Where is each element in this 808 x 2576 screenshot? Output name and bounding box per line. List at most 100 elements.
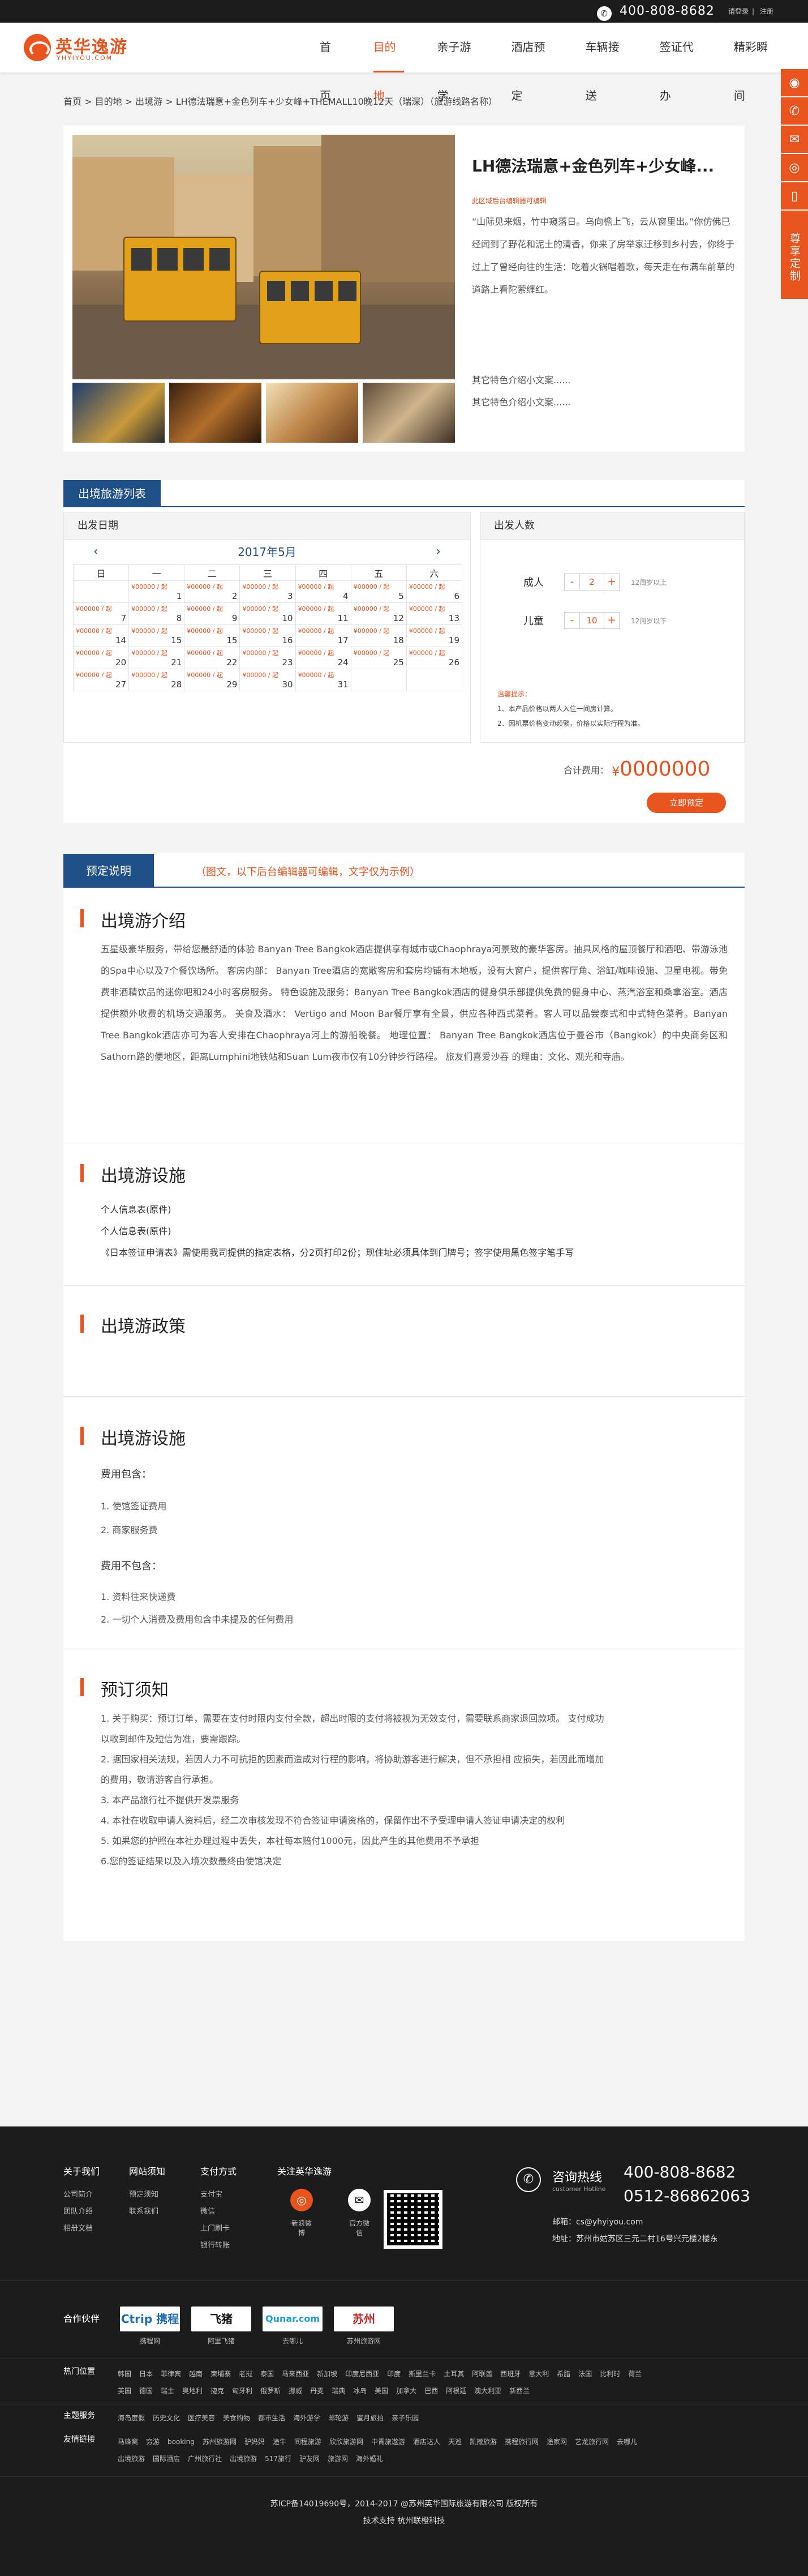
footer-link[interactable]: 瑞典 [332, 2387, 345, 2395]
footer-link[interactable]: 穷游 [146, 2438, 160, 2446]
footer-link[interactable]: 联系我们 [129, 2203, 165, 2220]
footer-link[interactable]: 相册文档 [63, 2220, 100, 2237]
footer-link[interactable]: 比利时 [600, 2370, 620, 2378]
footer-link[interactable]: 马来西亚 [282, 2370, 309, 2378]
partner-qunar[interactable]: Qunar.com 去哪儿 [263, 2307, 323, 2346]
child-minus-button[interactable]: - [565, 613, 579, 628]
calendar-day[interactable]: ¥00000 / 起 19 [406, 624, 463, 647]
calendar-day[interactable]: ¥00000 / 起 27 [72, 669, 130, 691]
footer-link[interactable]: 携程旅行网 [505, 2438, 539, 2446]
adult-plus-button[interactable]: + [604, 574, 619, 590]
site-logo[interactable]: 英华逸游 YHYIYOU.COM [24, 33, 131, 62]
calendar-day[interactable]: ¥00000 / 起 3 [239, 580, 296, 603]
footer-link[interactable]: 越南 [189, 2370, 203, 2378]
footer-link[interactable]: 希腊 [557, 2370, 570, 2378]
footer-link[interactable]: 法国 [578, 2370, 592, 2378]
footer-link[interactable]: 中青旅遨游 [371, 2438, 405, 2446]
footer-link[interactable]: 美食购物 [223, 2414, 250, 2422]
footer-link[interactable]: 公司简介 [63, 2186, 100, 2203]
calendar-day[interactable]: ¥00000 / 起 10 [239, 602, 296, 625]
footer-link[interactable]: 挪威 [289, 2387, 302, 2395]
footer-link[interactable]: 都市生活 [258, 2414, 285, 2422]
calendar-day[interactable]: ¥00000 / 起 15 [184, 624, 240, 647]
custom-trip-button[interactable]: 尊享定制 [781, 211, 808, 299]
calendar-day[interactable]: ¥00000 / 起 30 [239, 669, 296, 691]
weibo-link[interactable]: ◎ 新浪微博 [289, 2189, 315, 2237]
footer-link[interactable]: 匈牙利 [232, 2387, 252, 2395]
calendar-day[interactable]: ¥00000 / 起 28 [128, 669, 185, 691]
thumbnail-4[interactable] [363, 383, 455, 443]
footer-link[interactable]: 银行转账 [200, 2237, 237, 2254]
footer-link[interactable]: 途牛 [273, 2438, 286, 2446]
footer-link[interactable]: 海外游学 [293, 2414, 320, 2422]
footer-link[interactable]: booking [167, 2438, 195, 2446]
footer-link[interactable]: 旅游网 [328, 2455, 348, 2463]
details-tab[interactable]: 预定说明 [63, 854, 154, 888]
footer-link[interactable]: 出境旅游 [230, 2455, 257, 2463]
calendar-day[interactable]: ¥00000 / 起 22 [184, 647, 240, 669]
calendar-day[interactable]: ¥00000 / 起 24 [295, 647, 351, 669]
footer-link[interactable]: 海外婚礼 [356, 2455, 383, 2463]
footer-link[interactable]: 邮轮游 [328, 2414, 349, 2422]
footer-link[interactable]: 日本 [139, 2370, 153, 2378]
footer-link[interactable]: 老挝 [239, 2370, 252, 2378]
calendar-day[interactable]: ¥00000 / 起 9 [184, 602, 240, 625]
footer-link[interactable]: 广州旅行社 [188, 2455, 222, 2463]
footer-link[interactable]: 奥地利 [182, 2387, 203, 2395]
calendar-day[interactable]: ¥00000 / 起 16 [239, 624, 296, 647]
footer-link[interactable]: 新西兰 [509, 2387, 530, 2395]
footer-link[interactable]: 印度尼西亚 [345, 2370, 379, 2378]
calendar-day[interactable]: ¥00000 / 起 31 [295, 669, 351, 691]
book-now-button[interactable]: 立即预定 [647, 793, 726, 813]
footer-link[interactable]: 欣欣旅游网 [329, 2438, 363, 2446]
calendar-day[interactable]: ¥00000 / 起 23 [239, 647, 296, 669]
partner-ctrip[interactable]: Ctrip 携程 携程网 [120, 2307, 180, 2346]
thumbnail-1[interactable] [72, 383, 165, 443]
wechat-link[interactable]: ✉ 官方微信 [346, 2189, 372, 2237]
calendar-day[interactable]: ¥00000 / 起 18 [350, 624, 407, 647]
footer-link[interactable]: 天巡 [448, 2438, 462, 2446]
adult-stepper[interactable]: - 2 + [564, 574, 620, 590]
footer-link[interactable]: 酒店达人 [413, 2438, 440, 2446]
footer-link[interactable]: 预定须知 [129, 2186, 165, 2203]
footer-link[interactable]: 冰岛 [353, 2387, 367, 2395]
footer-link[interactable]: 支付宝 [200, 2186, 237, 2203]
footer-email[interactable]: 邮箱：cs@yhyiyou.com [552, 2216, 643, 2227]
footer-link[interactable]: 俄罗斯 [260, 2387, 281, 2395]
footer-link[interactable]: 上门刷卡 [200, 2220, 237, 2237]
nav-home[interactable]: 首页 [320, 23, 341, 102]
calendar-day[interactable]: ¥00000 / 起 5 [350, 580, 407, 603]
calendar-day[interactable]: ¥00000 / 起 1 [128, 580, 185, 603]
footer-link[interactable]: 艺龙旅行网 [575, 2438, 609, 2446]
footer-link[interactable]: 加拿大 [396, 2387, 416, 2395]
partner-fliggy[interactable]: 飞猪 阿里飞猪 [191, 2307, 251, 2346]
login-link[interactable]: 请登录 [728, 7, 749, 15]
footer-link[interactable]: 同程旅游 [294, 2438, 321, 2446]
calendar-day[interactable]: ¥00000 / 起 7 [72, 602, 130, 625]
calendar-day[interactable]: ¥00000 / 起 12 [350, 602, 407, 625]
footer-link[interactable]: 阿根廷 [446, 2387, 466, 2395]
calendar-day[interactable]: ¥00000 / 起 6 [406, 580, 463, 603]
nav-destination[interactable]: 目的地 [373, 23, 405, 102]
footer-link[interactable]: 瑞士 [161, 2387, 174, 2395]
footer-link[interactable]: 新加坡 [317, 2370, 337, 2378]
footer-link[interactable]: 凯撒旅游 [470, 2438, 497, 2446]
footer-link[interactable]: 517旅行 [265, 2455, 291, 2463]
footer-link[interactable]: 丹麦 [310, 2387, 324, 2395]
footer-link[interactable]: 菲律宾 [161, 2370, 181, 2378]
adult-minus-button[interactable]: - [565, 574, 579, 590]
calendar-day[interactable]: ¥00000 / 起 15 [128, 624, 185, 647]
calendar-day[interactable]: ¥00000 / 起 2 [184, 580, 240, 603]
footer-link[interactable]: 马蜂窝 [118, 2438, 138, 2446]
footer-link[interactable]: 英国 [118, 2387, 131, 2395]
footer-link[interactable]: 韩国 [118, 2370, 131, 2378]
next-month-icon[interactable]: › [436, 540, 441, 564]
child-plus-button[interactable]: + [604, 613, 619, 628]
footer-link[interactable]: 澳大利亚 [474, 2387, 501, 2395]
footer-link[interactable]: 驴妈妈 [244, 2438, 265, 2446]
footer-link[interactable]: 团队介绍 [63, 2203, 100, 2220]
footer-link[interactable]: 蜜月旅拍 [356, 2414, 384, 2422]
footer-link[interactable]: 巴西 [424, 2387, 438, 2395]
calendar-day[interactable]: ¥00000 / 起 14 [72, 624, 130, 647]
calendar-day[interactable]: ¥00000 / 起 11 [295, 602, 351, 625]
